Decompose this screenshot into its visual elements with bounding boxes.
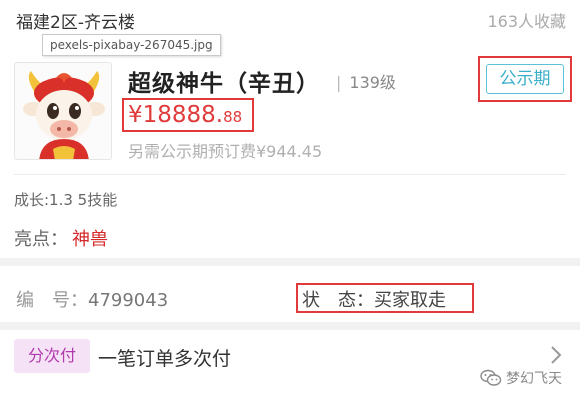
filename-tooltip: pexels-pixabay-267045.jpg (42, 34, 221, 56)
serial-value: 4799043 (88, 290, 169, 311)
ox-mascot-icon (23, 71, 105, 159)
level-separator: | (336, 73, 342, 92)
level-value: 139级 (349, 73, 396, 92)
pet-name: 超级神牛（辛丑） (128, 71, 320, 97)
serial-number: 编 号：4799043 (16, 286, 168, 312)
price-main: ¥18888. (128, 102, 224, 128)
divider (14, 174, 566, 175)
highlight-value: 神兽 (72, 229, 108, 250)
status-tag: 公示期 (486, 64, 564, 94)
price: ¥18888.88 (128, 102, 242, 128)
chevron-right-icon[interactable] (549, 344, 563, 366)
growth-skills: 成长:1.3 5技能 (14, 191, 118, 209)
watermark: 梦幻飞天 (480, 364, 562, 392)
pet-avatar[interactable] (14, 62, 112, 160)
server-name: 福建2区-齐云楼 (16, 13, 135, 33)
trade-status: 状 态：买家取走 (302, 290, 446, 311)
price-cents: 88 (223, 108, 243, 126)
watermark-text: 梦幻飞天 (506, 371, 562, 387)
installment-text: 一笔订单多次付 (98, 348, 232, 370)
serial-label: 编 号： (16, 290, 88, 311)
pet-level: | 139级 (336, 69, 396, 93)
wechat-icon (480, 369, 502, 386)
installment-tag: 分次付 (14, 339, 90, 373)
favorites-count[interactable]: 163人收藏 (487, 8, 566, 32)
highlight-label: 亮点： (14, 229, 68, 250)
highlight: 亮点： 神兽 (14, 225, 108, 251)
reserve-fee: 另需公示期预订费¥944.45 (128, 142, 323, 161)
